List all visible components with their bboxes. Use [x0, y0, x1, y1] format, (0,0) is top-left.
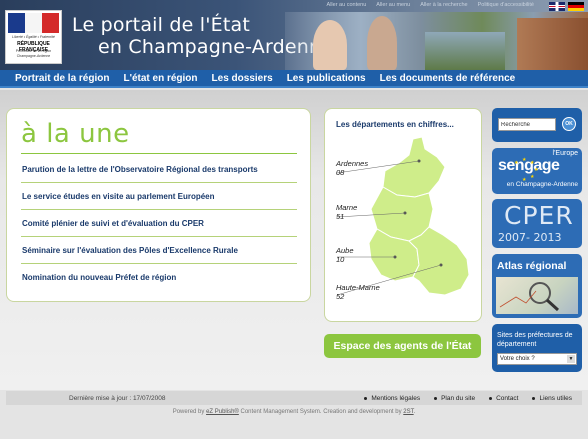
quicklink-accessibility[interactable]: Politique d'accessibilité	[478, 2, 534, 8]
atlas-regional-banner[interactable]: Atlas régional	[492, 254, 582, 318]
search-input[interactable]	[498, 118, 556, 131]
2st-link[interactable]: 2ST	[403, 409, 413, 415]
news-item[interactable]: Le service études en visite au parlement…	[21, 183, 297, 210]
footer-link-mentions[interactable]: Mentions légales	[364, 395, 420, 402]
prefecture-select-value: Votre choix ?	[500, 356, 535, 362]
europe-label-1: l'Europe	[552, 150, 578, 157]
logo-motto: Liberté • Égalité • Fraternité	[12, 35, 55, 39]
magnifier-icon	[499, 282, 560, 312]
logo-subtitle: Préfecture de la région Champagne-Ardenn…	[15, 49, 52, 58]
nav-dossiers[interactable]: Les dossiers	[212, 73, 273, 84]
site-title-line1: Le portail de l'État	[72, 14, 251, 36]
nav-etat-region[interactable]: L'état en région	[123, 73, 197, 84]
nav-publications[interactable]: Les publications	[287, 73, 366, 84]
uk-flag-icon[interactable]	[549, 2, 565, 11]
site-header: Liberté • Égalité • Fraternité RÉPUBLIQU…	[0, 0, 588, 70]
search-submit-button[interactable]: OK	[562, 117, 576, 131]
powered-by: Powered by eZ Publish® Content Managemen…	[172, 409, 416, 415]
a-la-une-panel: à la une Parution de la lettre de l'Obse…	[6, 108, 311, 302]
dept-label-ardennes[interactable]: Ardennes 08	[336, 159, 368, 177]
news-item[interactable]: Séminaire sur l'évaluation des Pôles d'E…	[21, 237, 297, 264]
europe-label-3: en Champagne-Ardenne	[506, 181, 578, 188]
eu-star-icon: ★	[530, 174, 535, 180]
footer-link-plan[interactable]: Plan du site	[434, 395, 475, 402]
bullet-icon	[532, 396, 536, 400]
bullet-icon	[434, 396, 438, 400]
woman-photo	[313, 20, 347, 70]
cper-label: CPER	[504, 201, 574, 230]
footer-links: Mentions légales Plan du site Contact Li…	[364, 395, 572, 402]
bullet-icon	[489, 396, 493, 400]
departements-title: Les départements en chiffres...	[336, 120, 454, 129]
nav-documents-reference[interactable]: Les documents de référence	[380, 73, 516, 84]
prefectures-panel: Sites des préfectures de département Vot…	[492, 324, 582, 372]
cper-years: 2007- 2013	[498, 231, 562, 244]
map-magnifier-image	[496, 277, 578, 314]
atlas-title: Atlas régional	[497, 260, 567, 272]
eu-star-icon: ★	[530, 160, 535, 166]
quicklink-menu[interactable]: Aller au menu	[376, 2, 410, 8]
footer-bar: Dernière mise à jour : 17/07/2008 Mentio…	[6, 391, 582, 405]
news-item[interactable]: Parution de la lettre de l'Observatoire …	[21, 156, 297, 183]
ezpublish-link[interactable]: eZ Publish®	[206, 409, 239, 415]
header-photo-banner	[285, 12, 588, 70]
bullet-icon	[364, 396, 368, 400]
prefecture-select[interactable]: Votre choix ? ▼	[497, 353, 577, 365]
search-box: OK	[492, 108, 582, 142]
a-la-une-title: à la une	[21, 119, 130, 149]
news-item[interactable]: Nomination du nouveau Préfet de région	[21, 264, 297, 291]
eu-star-icon: ★	[522, 157, 527, 163]
europe-banner[interactable]: l'Europe sengage ★ ★ ★ ★ ★ ★ en Champagn…	[492, 148, 582, 194]
quicklink-content[interactable]: Aller au contenu	[327, 2, 367, 8]
prefectures-title: Sites des préfectures de département	[497, 332, 573, 348]
germany-flag-icon[interactable]	[568, 2, 584, 11]
europe-label-2: sengage	[498, 157, 560, 174]
republic-logo[interactable]: Liberté • Égalité • Fraternité RÉPUBLIQU…	[5, 10, 62, 64]
chevron-down-icon: ▼	[567, 355, 575, 363]
eu-star-icon: ★	[514, 160, 519, 166]
last-update: Dernière mise à jour : 17/07/2008	[69, 394, 166, 402]
ardennes-region[interactable]	[382, 136, 446, 198]
dept-label-haute-marne[interactable]: Haute-Marne 52	[336, 283, 380, 301]
building-photo	[517, 18, 588, 70]
news-list: Parution de la lettre de l'Observatoire …	[21, 156, 297, 291]
language-flags	[549, 2, 584, 11]
eu-star-icon: ★	[534, 167, 539, 173]
footer-link-liens[interactable]: Liens utiles	[532, 395, 572, 402]
landscape-photo	[425, 32, 505, 70]
quicklink-search[interactable]: Aller à la recherche	[420, 2, 467, 8]
espace-agents-button[interactable]: Espace des agents de l'État	[324, 334, 481, 358]
cper-banner[interactable]: CPER 2007- 2013	[492, 199, 582, 248]
nav-portrait-region[interactable]: Portrait de la région	[15, 73, 109, 84]
accessibility-links: Aller au contenu Aller au menu Aller à l…	[327, 2, 534, 8]
marianne-flag-icon	[8, 13, 59, 33]
haute-marne-region[interactable]	[408, 226, 470, 296]
man-photo	[367, 16, 397, 70]
dept-label-marne[interactable]: Marne 51	[336, 203, 357, 221]
main-navigation: Portrait de la région L'état en région L…	[0, 70, 588, 88]
a-la-une-divider	[21, 153, 297, 154]
dept-label-aube[interactable]: Aube 10	[336, 246, 354, 264]
news-item[interactable]: Comité plénier de suivi et d'évaluation …	[21, 210, 297, 237]
departements-panel: Les départements en chiffres... Ardennes…	[324, 108, 482, 322]
footer-link-contact[interactable]: Contact	[489, 395, 518, 402]
